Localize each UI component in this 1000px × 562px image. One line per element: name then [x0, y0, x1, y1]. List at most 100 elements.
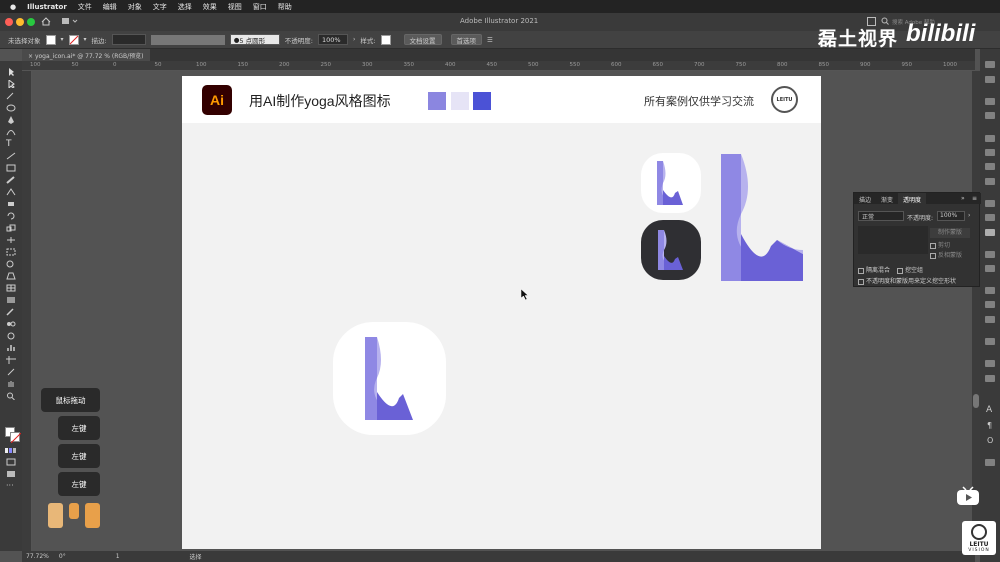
slice-tool-icon[interactable] — [6, 368, 16, 376]
paragraph-panel-icon[interactable]: ¶ — [987, 421, 992, 430]
menu-view[interactable]: 视图 — [228, 2, 242, 12]
stroke-panel-icon[interactable] — [985, 200, 995, 207]
fill-swatch[interactable] — [45, 34, 56, 45]
width-tool-icon[interactable] — [6, 236, 16, 244]
stroke-weight-field[interactable] — [111, 34, 146, 45]
blend-tool-icon[interactable] — [6, 320, 16, 328]
panel-opacity-field[interactable]: 100% — [937, 211, 965, 221]
direct-selection-tool-icon[interactable] — [6, 80, 16, 88]
workspace-switcher-icon[interactable] — [62, 17, 78, 26]
graphic-styles-icon[interactable] — [985, 178, 995, 185]
gradient-panel-icon[interactable] — [985, 214, 995, 221]
blend-mode-select[interactable]: 正常 — [858, 211, 904, 221]
variable-width-profile[interactable] — [150, 34, 225, 45]
zoom-tool-icon[interactable] — [6, 392, 16, 400]
zoom-window-button[interactable] — [27, 18, 35, 26]
eyedropper-tool-icon[interactable] — [6, 308, 16, 316]
artboard-number[interactable]: 1 — [116, 553, 120, 560]
hand-tool-icon[interactable] — [6, 380, 16, 388]
close-window-button[interactable] — [5, 18, 13, 26]
export-assets-icon[interactable] — [985, 135, 995, 142]
eraser-tool-icon[interactable] — [6, 200, 16, 208]
vertical-scrollbar[interactable] — [972, 71, 980, 551]
free-transform-tool-icon[interactable] — [6, 248, 16, 256]
stroke-color-icon[interactable] — [10, 432, 22, 444]
scrollbar-thumb[interactable] — [973, 394, 979, 408]
invert-mask-checkbox[interactable]: 反相蒙版 — [930, 250, 962, 259]
close-tab-icon[interactable]: × — [28, 53, 33, 60]
chevron-down-icon[interactable]: ▾ — [84, 36, 87, 43]
appearance-panel-icon[interactable] — [985, 251, 995, 258]
layers-stack-icon[interactable] — [985, 287, 995, 294]
opacity-mask-knockout-checkbox[interactable]: 不透明度和蒙版用来定义挖空形状 — [858, 276, 956, 285]
knockout-group-checkbox[interactable]: 挖空组 — [897, 265, 923, 274]
graphic-style-swatch[interactable] — [380, 34, 391, 45]
curvature-tool-icon[interactable] — [6, 128, 16, 136]
selection-tool-icon[interactable] — [6, 68, 16, 76]
rotate-tool-icon[interactable] — [6, 212, 16, 220]
pen-tool-icon[interactable] — [6, 116, 16, 124]
document-setup-button[interactable]: 文档设置 — [403, 34, 442, 45]
apple-icon[interactable]: ● — [10, 3, 16, 11]
paintbrush-tool-icon[interactable] — [6, 176, 16, 184]
clip-checkbox[interactable]: 剪切 — [930, 240, 950, 249]
align-panel-icon[interactable] — [985, 338, 995, 345]
scale-tool-icon[interactable] — [6, 224, 16, 232]
collapse-panel-icon[interactable]: » — [961, 195, 965, 202]
opacity-field[interactable]: 100% — [317, 34, 348, 45]
menu-select[interactable]: 选择 — [178, 2, 192, 12]
image-trace-icon[interactable] — [985, 265, 995, 272]
artboard[interactable]: Ai 用AI制作yoga风格图标 所有案例仅供学习交流 LEITU — [182, 76, 821, 549]
panel-menu-icon[interactable]: ≡ — [972, 195, 977, 202]
yoga-shape-large[interactable] — [721, 154, 803, 281]
artboard-tool-icon[interactable] — [6, 356, 16, 364]
rectangle-tool-icon[interactable] — [6, 164, 16, 172]
screen-mode-icon[interactable] — [6, 470, 16, 478]
opentype-panel-icon[interactable]: O — [987, 436, 993, 445]
menu-type[interactable]: 文字 — [153, 2, 167, 12]
menu-edit[interactable]: 编辑 — [103, 2, 117, 12]
properties-panel-icon[interactable] — [985, 61, 995, 68]
menu-object[interactable]: 对象 — [128, 2, 142, 12]
menu-file[interactable]: 文件 — [78, 2, 92, 12]
menu-window[interactable]: 窗口 — [253, 2, 267, 12]
transparency-panel-icon[interactable] — [985, 229, 995, 236]
draw-mode-icon[interactable] — [6, 458, 16, 466]
rotation-value[interactable]: 0° — [59, 553, 66, 560]
opacity-slider-arrow-icon[interactable]: › — [968, 212, 970, 219]
chevron-down-icon[interactable]: ▾ — [61, 36, 64, 43]
layers-panel-icon[interactable] — [985, 76, 995, 83]
zoom-level[interactable]: 77.72% — [26, 553, 49, 560]
magic-wand-tool-icon[interactable] — [6, 92, 16, 100]
perspective-grid-tool-icon[interactable] — [6, 272, 16, 280]
transform-panel-icon[interactable] — [985, 375, 995, 382]
menu-effect[interactable]: 效果 — [203, 2, 217, 12]
mesh-tool-icon[interactable] — [6, 284, 16, 292]
yoga-icon-large[interactable] — [333, 322, 446, 435]
arrange-icon[interactable]: ☰ — [487, 36, 493, 44]
brush-definition-field[interactable]: ● 5 点圆形 — [229, 34, 280, 45]
chevron-right-icon[interactable]: › — [353, 36, 355, 43]
type-tool-icon[interactable]: T — [6, 140, 16, 149]
tab-stroke[interactable]: 描边 — [854, 193, 876, 204]
preferences-button[interactable]: 首选项 — [450, 34, 483, 45]
column-graph-tool-icon[interactable] — [6, 344, 16, 352]
minimize-window-button[interactable] — [16, 18, 24, 26]
links-panel-icon[interactable] — [985, 316, 995, 323]
isolate-blending-checkbox[interactable]: 隔离混合 — [858, 265, 890, 274]
brushes-panel-icon[interactable] — [985, 163, 995, 170]
libraries-panel-icon[interactable] — [985, 98, 995, 105]
menu-app-name[interactable]: Illustrator — [27, 3, 67, 11]
pathfinder-icon[interactable] — [985, 360, 995, 367]
menu-help[interactable]: 帮助 — [278, 2, 292, 12]
character-panel-icon[interactable]: A — [986, 405, 992, 415]
yoga-icon-small-light[interactable] — [641, 153, 701, 213]
lasso-tool-icon[interactable] — [6, 104, 16, 112]
glyphs-panel-icon[interactable] — [985, 459, 995, 466]
symbols-panel-icon[interactable] — [985, 149, 995, 156]
document-tab[interactable]: × yoga_icon.ai* @ 77.72 % (RGB/预览) — [22, 49, 150, 61]
tab-transparency[interactable]: 透明度 — [898, 193, 927, 204]
color-mode-icon[interactable] — [5, 447, 17, 453]
stroke-swatch[interactable] — [68, 34, 79, 45]
symbol-sprayer-tool-icon[interactable] — [6, 332, 16, 340]
